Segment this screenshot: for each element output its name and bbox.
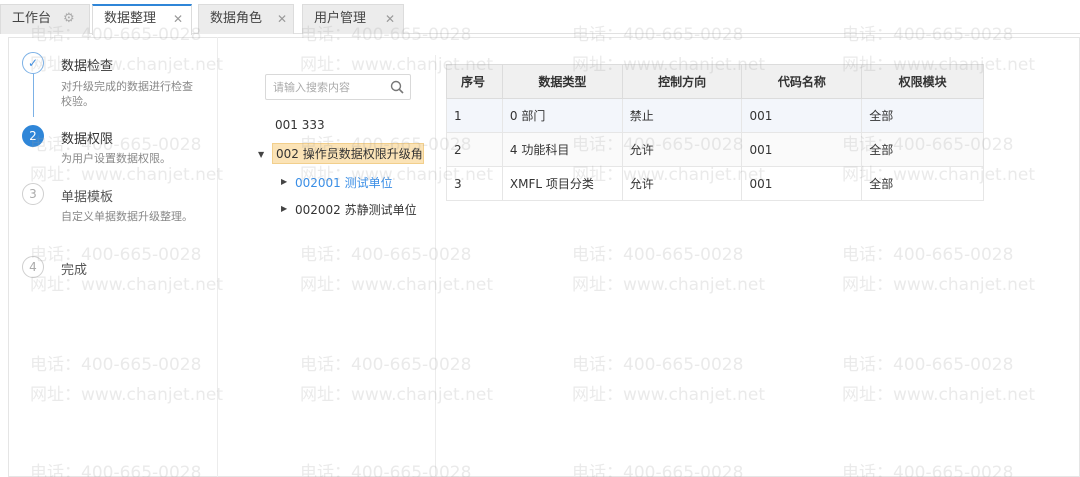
step-title[interactable]: 单据模板 [61, 186, 113, 205]
step-title[interactable]: 数据检查 [61, 55, 113, 74]
caret-down-icon[interactable]: ▼ [258, 150, 264, 159]
table-cell: 1 [446, 98, 503, 133]
tab-data-role[interactable]: 数据角色 ✕ [198, 4, 294, 34]
table-header-row: 序号 数据类型 控制方向 代码名称 权限模块 [446, 64, 984, 99]
step-number[interactable]: 4 [22, 256, 44, 278]
step-check-icon[interactable]: ✓ [22, 52, 44, 74]
tab-label: 用户管理 [314, 11, 367, 26]
table-cell: 4 功能科目 [501, 132, 623, 167]
table-row[interactable]: 3 XMFL 项目分类 允许 001 全部 [446, 166, 984, 201]
tab-label: 数据角色 [210, 11, 263, 26]
step-desc: 对升级完成的数据进行检查校验。 [61, 80, 193, 108]
tab-data-cleanup[interactable]: 数据整理 ✕ [92, 4, 192, 35]
tab-workbench[interactable]: 工作台 ⚙ [0, 4, 90, 34]
step-connector [33, 74, 34, 117]
tab-label: 工作台 [12, 11, 52, 26]
table-cell: 0 部门 [501, 98, 623, 133]
step-wizard: ✓ 数据检查 对升级完成的数据进行检查校验。 2 数据权限 为用户设置数据权限。… [8, 37, 218, 477]
close-icon[interactable]: ✕ [385, 5, 395, 33]
tree-node[interactable]: 002001 测试单位 [295, 174, 393, 191]
tree-node-selected[interactable]: 002 操作员数据权限升级角 [272, 143, 424, 164]
column-header[interactable]: 权限模块 [861, 64, 984, 99]
table-cell: 全部 [861, 132, 984, 167]
table-cell: 禁止 [621, 98, 743, 133]
table-cell: 001 [741, 132, 863, 167]
column-header[interactable]: 控制方向 [621, 64, 743, 99]
gear-icon[interactable]: ⚙ [63, 5, 75, 33]
tab-bar: 工作台 ⚙ 数据整理 ✕ 数据角色 ✕ 用户管理 ✕ [0, 0, 1080, 35]
tree-node[interactable]: 001 333 [275, 118, 325, 132]
table-cell: 001 [741, 166, 863, 201]
table-cell: 全部 [861, 98, 984, 133]
search-box [265, 74, 411, 100]
caret-right-icon[interactable]: ▶ [281, 204, 287, 213]
table-cell: 001 [741, 98, 863, 133]
table-row[interactable]: 2 4 功能科目 允许 001 全部 [446, 132, 984, 167]
table-cell: 2 [446, 132, 503, 167]
column-header[interactable]: 序号 [446, 64, 503, 99]
step-title[interactable]: 完成 [61, 259, 87, 278]
step-number[interactable]: 3 [22, 183, 44, 205]
table-cell: 全部 [861, 166, 984, 201]
table-row[interactable]: 1 0 部门 禁止 001 全部 [446, 98, 984, 133]
step-desc: 自定义单据数据升级整理。 [61, 210, 193, 223]
caret-right-icon[interactable]: ▶ [281, 177, 287, 186]
close-icon[interactable]: ✕ [173, 6, 183, 32]
permission-table: 序号 数据类型 控制方向 代码名称 权限模块 1 0 部门 禁止 001 全部 … [446, 64, 984, 201]
search-icon[interactable] [389, 79, 405, 95]
tree-node[interactable]: 002002 苏静测试单位 [295, 201, 417, 218]
step-number[interactable]: 2 [22, 125, 44, 147]
table-cell: 允许 [621, 132, 743, 167]
tab-user-management[interactable]: 用户管理 ✕ [302, 4, 404, 34]
table-cell: 3 [446, 166, 503, 201]
close-icon[interactable]: ✕ [277, 5, 287, 33]
table-cell: 允许 [621, 166, 743, 201]
tree-panel: 001 333 ▼ 002 操作员数据权限升级角 ▶ 002001 测试单位 ▶… [234, 55, 436, 477]
step-desc: 为用户设置数据权限。 [61, 152, 171, 165]
step-title[interactable]: 数据权限 [61, 128, 113, 147]
column-header[interactable]: 数据类型 [501, 64, 623, 99]
table-cell: XMFL 项目分类 [501, 166, 623, 201]
search-input[interactable] [266, 75, 384, 99]
tab-label: 数据整理 [104, 11, 157, 26]
column-header[interactable]: 代码名称 [741, 64, 863, 99]
